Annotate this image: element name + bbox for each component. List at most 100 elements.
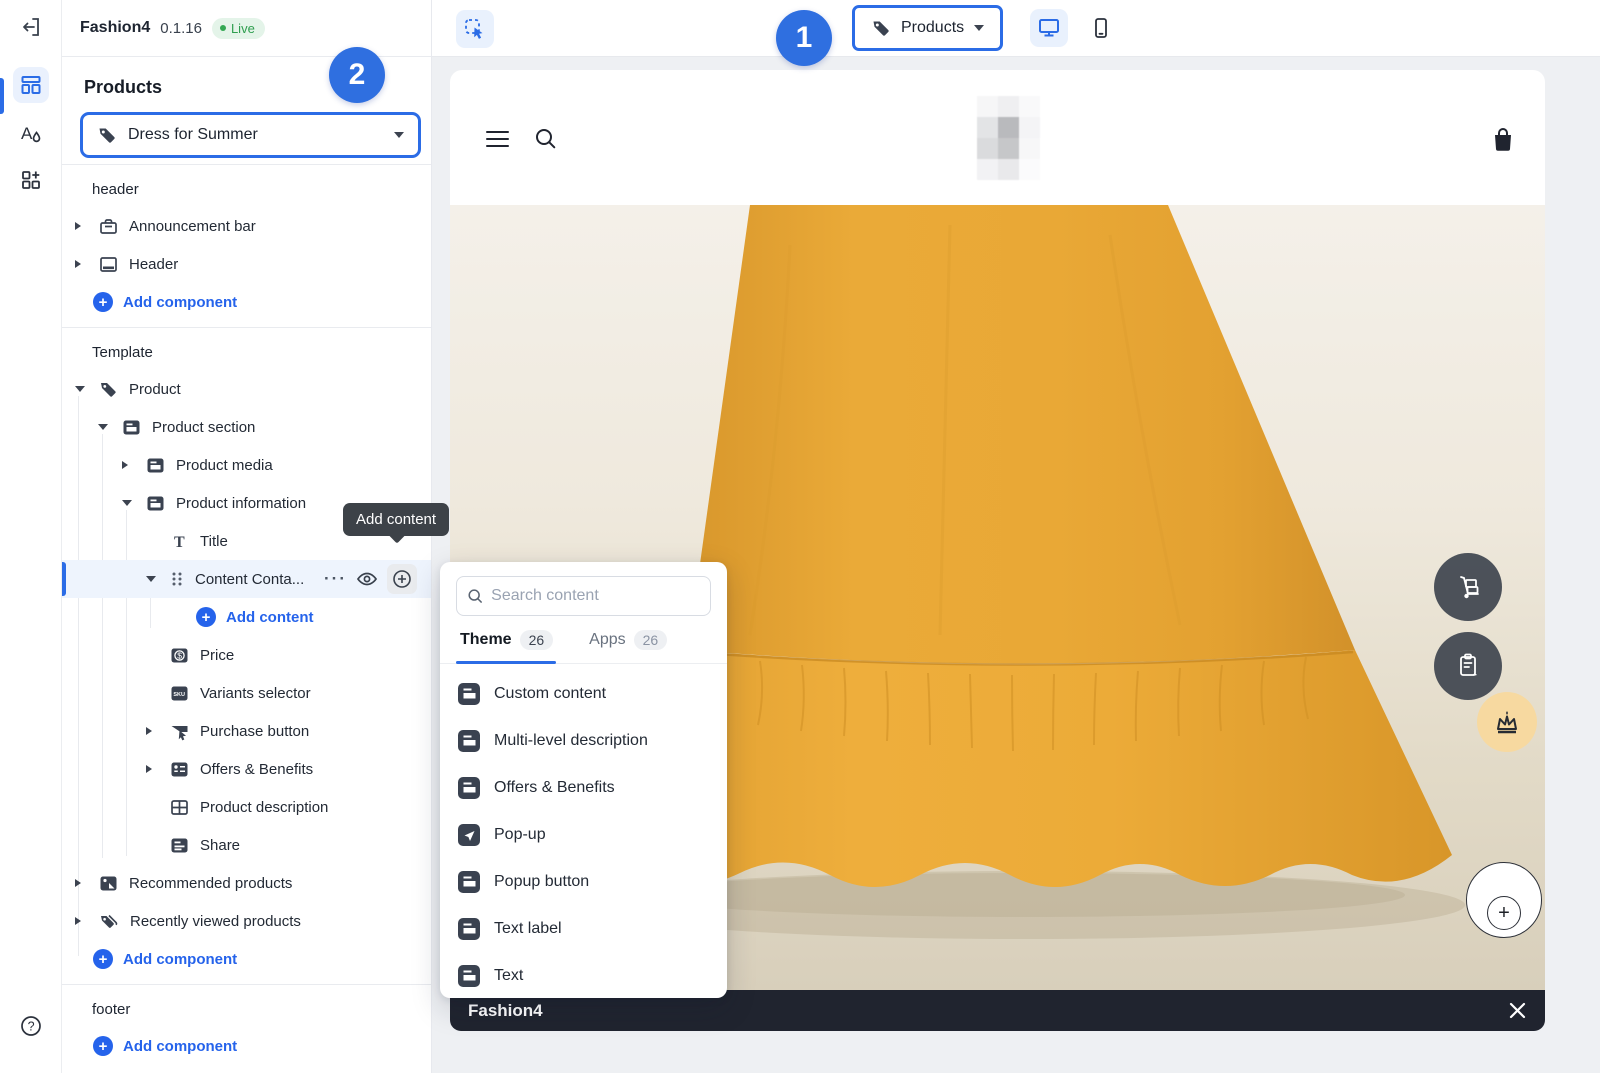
add-component-link[interactable]: + Add component bbox=[62, 940, 431, 978]
caret-right-icon[interactable] bbox=[75, 917, 81, 925]
theme-styles-button[interactable]: A bbox=[13, 115, 49, 151]
active-rail-indicator bbox=[0, 78, 4, 114]
desktop-view-button[interactable] bbox=[1030, 9, 1068, 47]
header-component-icon bbox=[99, 255, 118, 274]
purchase-button-icon bbox=[170, 722, 189, 741]
tree-item-product[interactable]: Product bbox=[62, 370, 431, 408]
announcement-bar-icon bbox=[99, 217, 118, 236]
close-icon[interactable] bbox=[1508, 1001, 1527, 1020]
caret-down-icon[interactable] bbox=[75, 386, 85, 392]
add-content-button[interactable] bbox=[387, 564, 417, 594]
search-icon bbox=[467, 587, 483, 605]
tree-item-announcement-bar[interactable]: Announcement bar bbox=[62, 207, 431, 245]
description-grid-icon bbox=[170, 798, 189, 817]
mobile-view-button[interactable] bbox=[1082, 9, 1120, 47]
svg-text:T: T bbox=[174, 534, 185, 551]
visibility-eye-icon[interactable] bbox=[356, 568, 378, 590]
tree-item-recommended-products[interactable]: Recommended products bbox=[62, 864, 431, 902]
share-icon bbox=[170, 836, 189, 855]
editor-topbar: Products bbox=[432, 0, 1600, 57]
paper-plane-icon bbox=[462, 827, 477, 842]
exit-editor-button[interactable] bbox=[13, 9, 49, 45]
caret-down-icon[interactable] bbox=[122, 500, 132, 506]
sections-panel: Fashion4 0.1.16 Live Products Dress for … bbox=[62, 0, 432, 1073]
tree-item-product-section[interactable]: Product section bbox=[62, 408, 431, 446]
content-search-input[interactable] bbox=[491, 587, 700, 605]
delivery-widget-button[interactable] bbox=[1434, 553, 1502, 621]
caret-right-icon[interactable] bbox=[75, 879, 81, 887]
survey-widget-button[interactable] bbox=[1434, 632, 1502, 700]
content-search-box[interactable] bbox=[456, 576, 711, 616]
add-widget-button[interactable]: + bbox=[1466, 862, 1542, 938]
tree-item-product-description[interactable]: Product description bbox=[62, 788, 431, 826]
drag-handle-icon[interactable] bbox=[170, 571, 184, 587]
tree-item-price[interactable]: $ Price bbox=[62, 636, 431, 674]
content-option-pop-up[interactable]: Pop-up bbox=[440, 811, 727, 858]
title-text-icon: T bbox=[170, 532, 189, 551]
caret-right-icon[interactable] bbox=[122, 461, 128, 469]
content-option-popup-button[interactable]: Popup button bbox=[440, 858, 727, 905]
plus-icon: + bbox=[1487, 896, 1521, 930]
caret-down-icon[interactable] bbox=[146, 576, 156, 582]
more-options-icon[interactable]: ··· bbox=[324, 569, 347, 589]
tab-apps[interactable]: Apps 26 bbox=[589, 630, 667, 650]
live-dot-icon bbox=[220, 25, 226, 31]
menu-hamburger-icon[interactable] bbox=[486, 129, 510, 149]
add-component-link[interactable]: + Add component bbox=[62, 283, 431, 321]
page-type-selector[interactable]: Products bbox=[852, 5, 1003, 51]
tree-item-offers-benefits[interactable]: Offers & Benefits bbox=[62, 750, 431, 788]
content-option-custom-content[interactable]: Custom content bbox=[440, 670, 727, 717]
tree-item-product-media[interactable]: Product media bbox=[62, 446, 431, 484]
section-card-icon bbox=[146, 456, 165, 475]
caret-right-icon[interactable] bbox=[75, 222, 81, 230]
apps-tab-button[interactable] bbox=[13, 162, 49, 198]
caret-right-icon[interactable] bbox=[75, 260, 81, 268]
content-option-offers-benefits[interactable]: Offers & Benefits bbox=[440, 764, 727, 811]
content-option-text[interactable]: Text bbox=[440, 952, 727, 999]
store-logo-blurred[interactable] bbox=[977, 96, 1040, 180]
double-tag-icon bbox=[99, 912, 119, 931]
svg-text:?: ? bbox=[28, 1020, 35, 1034]
section-card-icon bbox=[122, 418, 141, 437]
divider bbox=[62, 984, 431, 985]
theme-styles-icon: A bbox=[18, 120, 44, 146]
search-icon[interactable] bbox=[534, 127, 557, 150]
caret-down-icon[interactable] bbox=[98, 424, 108, 430]
sections-icon bbox=[19, 73, 43, 97]
content-card-icon bbox=[462, 968, 477, 983]
select-tool-button[interactable] bbox=[456, 10, 494, 48]
sections-tab-button[interactable] bbox=[13, 67, 49, 103]
caret-right-icon[interactable] bbox=[146, 765, 152, 773]
help-button[interactable]: ? bbox=[13, 1008, 49, 1044]
tree-item-recently-viewed-products[interactable]: Recently viewed products bbox=[62, 902, 431, 940]
tree-item-purchase-button[interactable]: Purchase button bbox=[62, 712, 431, 750]
content-card-icon bbox=[462, 780, 477, 795]
theme-count-badge: 26 bbox=[520, 630, 554, 650]
plus-circle-icon bbox=[392, 569, 412, 589]
tree-item-variants-selector[interactable]: SKU Variants selector bbox=[62, 674, 431, 712]
product-selector-dropdown[interactable]: Dress for Summer bbox=[80, 112, 421, 158]
recommended-products-icon bbox=[99, 874, 118, 893]
add-content-link[interactable]: + Add content bbox=[62, 598, 431, 636]
caret-right-icon[interactable] bbox=[146, 727, 152, 735]
tree-item-share[interactable]: Share bbox=[62, 826, 431, 864]
divider bbox=[62, 327, 431, 328]
apps-icon bbox=[19, 168, 43, 192]
tab-theme[interactable]: Theme 26 bbox=[460, 630, 553, 650]
cart-bag-icon[interactable] bbox=[1491, 127, 1515, 153]
tree-item-content-container[interactable]: Content Conta... ··· bbox=[62, 560, 431, 598]
rewards-widget-button[interactable] bbox=[1477, 692, 1537, 752]
price-icon: $ bbox=[170, 646, 189, 665]
svg-text:$: $ bbox=[177, 650, 182, 660]
theme-header: Fashion4 0.1.16 Live bbox=[62, 0, 431, 57]
plus-circle-icon: + bbox=[93, 1036, 113, 1056]
live-status-badge: Live bbox=[212, 18, 265, 39]
add-component-link[interactable]: + Add component bbox=[62, 1027, 431, 1065]
page-type-label: Products bbox=[901, 19, 964, 37]
tree-item-header[interactable]: Header bbox=[62, 245, 431, 283]
content-option-text-label[interactable]: Text label bbox=[440, 905, 727, 952]
offers-list-icon bbox=[170, 760, 189, 779]
content-option-multi-level-description[interactable]: Multi-level description bbox=[440, 717, 727, 764]
theme-version: 0.1.16 bbox=[160, 20, 202, 37]
select-cursor-icon bbox=[463, 17, 487, 41]
